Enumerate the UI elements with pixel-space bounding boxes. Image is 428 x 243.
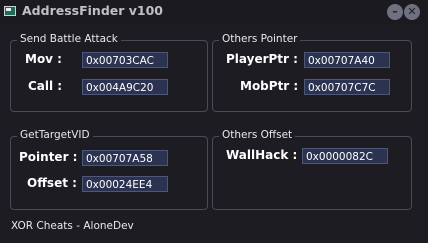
call-label: Call : (28, 79, 63, 93)
mobptr-label: MobPtr : (240, 79, 299, 93)
mov-label: Mov : (25, 52, 62, 66)
pointer-label: Pointer : (19, 150, 78, 164)
mov-address-field[interactable]: 0x00703CAC (82, 52, 168, 68)
footer-status-text: XOR Cheats - AloneDev (11, 220, 134, 232)
title-bar[interactable]: AddressFinder v100 – ✕ (0, 0, 428, 24)
playerptr-label: PlayerPtr : (226, 52, 298, 66)
app-window-icon (4, 6, 16, 16)
playerptr-address-field[interactable]: 0x00707A40 (304, 52, 390, 68)
offset-address-field[interactable]: 0x00024EE4 (82, 176, 168, 192)
offset-label: Offset : (27, 176, 77, 190)
group-title: Others Pointer (219, 33, 301, 45)
pointer-address-field[interactable]: 0x00707A58 (82, 150, 168, 166)
group-title: Send Battle Attack (17, 33, 121, 45)
get-target-vid-group: GetTargetVID (10, 129, 208, 210)
others-pointer-group: Others Pointer (212, 33, 412, 112)
wallhack-address-field[interactable]: 0x0000082C (302, 148, 388, 164)
group-title: Others Offset (219, 129, 296, 141)
window-title: AddressFinder v100 (22, 3, 163, 18)
main-window: AddressFinder v100 – ✕ Send Battle Attac… (0, 0, 428, 243)
mobptr-address-field[interactable]: 0x00707C7C (304, 79, 390, 95)
send-battle-attack-group: Send Battle Attack (10, 33, 208, 112)
close-button[interactable]: ✕ (404, 4, 420, 20)
wallhack-label: WallHack : (226, 148, 298, 162)
call-address-field[interactable]: 0x004A9C20 (82, 79, 168, 95)
minimize-button[interactable]: – (387, 4, 403, 20)
group-title: GetTargetVID (17, 129, 93, 141)
